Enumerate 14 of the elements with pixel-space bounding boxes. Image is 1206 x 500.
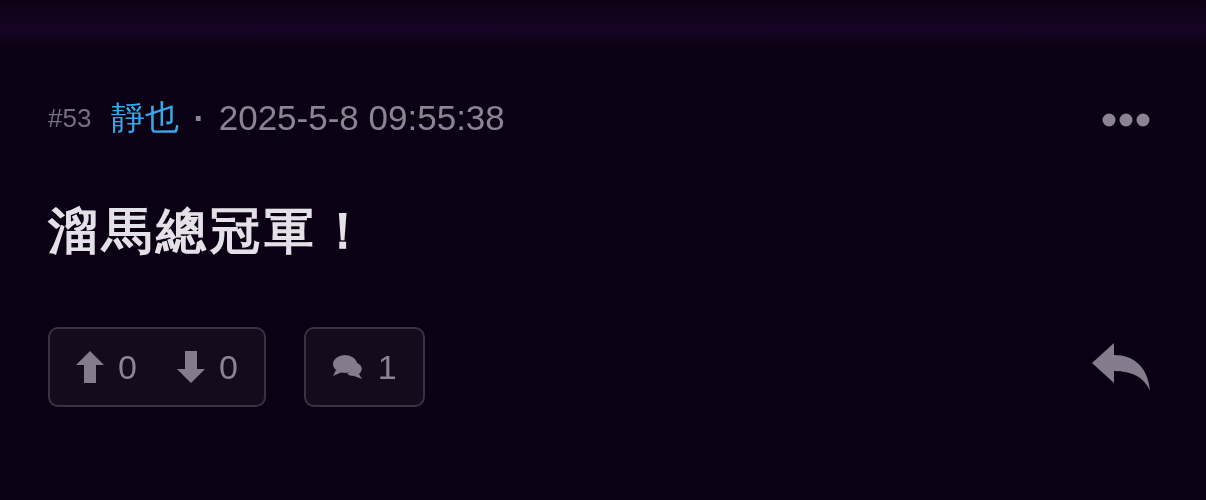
comments-button[interactable]: 1 bbox=[331, 347, 397, 387]
post-body: 溜馬總冠軍！ bbox=[48, 201, 373, 262]
post-timestamp: 2025-5-8 09:55:38 bbox=[218, 98, 505, 138]
down-arrow-icon bbox=[176, 351, 205, 383]
reply-button[interactable] bbox=[1092, 343, 1150, 391]
more-icon bbox=[1102, 112, 1150, 127]
chat-bubbles-icon bbox=[331, 353, 364, 381]
up-arrow-icon bbox=[76, 351, 104, 383]
author-name[interactable]: 靜也 bbox=[111, 95, 180, 141]
downvote-button[interactable]: 0 bbox=[176, 347, 238, 387]
reply-arrow-icon bbox=[1092, 343, 1150, 391]
separator-dot: · bbox=[193, 98, 205, 138]
upvote-button[interactable]: 0 bbox=[76, 347, 137, 387]
post-number: #53 bbox=[48, 102, 92, 134]
